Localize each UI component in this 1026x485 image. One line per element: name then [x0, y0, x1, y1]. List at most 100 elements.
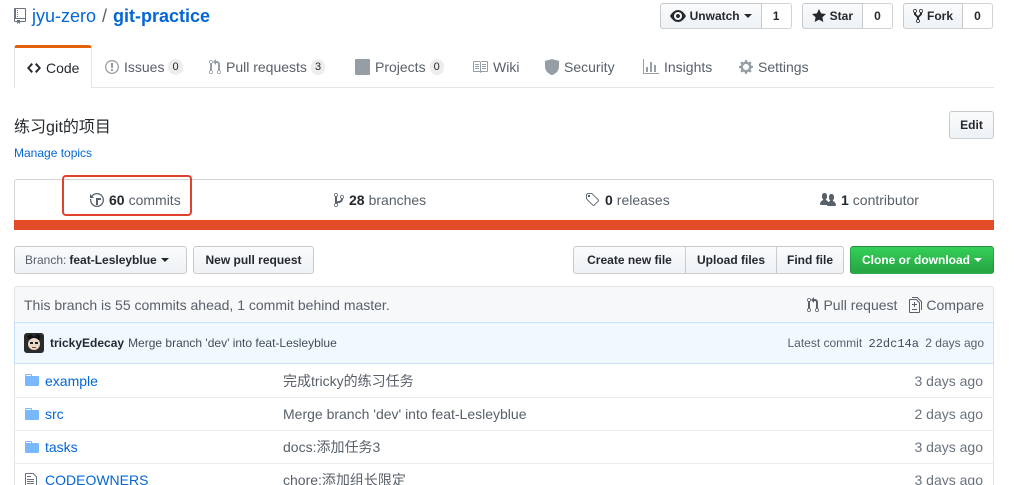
language-bar[interactable]	[14, 220, 994, 230]
file-name-link[interactable]: example	[45, 373, 98, 389]
branch-select-button[interactable]: Branch: feat-Lesleyblue	[14, 246, 187, 274]
star-label: Star	[829, 9, 853, 23]
unwatch-label: Unwatch	[689, 9, 740, 23]
clone-label: Clone or download	[862, 253, 970, 267]
tab-security-label: Security	[564, 58, 615, 75]
manage-topics-link[interactable]: Manage topics	[14, 146, 92, 160]
tag-icon	[585, 192, 600, 208]
watch-group: Unwatch 1	[659, 3, 792, 29]
file-commit-message-link[interactable]: chore:添加组长限定	[283, 470, 406, 485]
pull-request-icon	[209, 58, 221, 75]
commit-message-link[interactable]: Merge branch 'dev' into feat-Lesleyblue	[128, 336, 787, 350]
tab-issues[interactable]: Issues 0	[93, 45, 195, 88]
branch-select-label: Branch:	[25, 253, 67, 267]
tab-pull-requests-label: Pull requests	[226, 58, 307, 75]
tab-projects[interactable]: Projects 0	[343, 45, 456, 88]
find-file-button[interactable]: Find file	[776, 246, 844, 274]
star-icon	[811, 8, 826, 24]
new-pull-request-button[interactable]: New pull request	[193, 246, 314, 274]
unwatch-button[interactable]: Unwatch	[659, 3, 762, 29]
repo-nav: Code Issues 0 Pull requests 3 Projects 0…	[14, 45, 994, 89]
branches-count: 28	[349, 192, 365, 208]
repo-owner-link[interactable]: jyu-zero	[32, 6, 96, 27]
folder-icon	[25, 439, 39, 455]
branch-infobar: This branch is 55 commits ahead, 1 commi…	[14, 286, 994, 322]
pagehead-actions: Unwatch 1 Star 0 Fork 0	[659, 3, 993, 29]
graph-icon	[643, 58, 659, 75]
create-new-file-button[interactable]: Create new file	[573, 246, 686, 274]
table-row: example 完成tricky的练习任务 3 days ago	[15, 364, 993, 397]
book-icon	[472, 59, 488, 75]
tab-issues-label: Issues	[124, 58, 165, 75]
commit-author-link[interactable]: trickyEdecay	[50, 336, 124, 350]
chevron-down-icon	[160, 258, 169, 262]
clone-or-download-button[interactable]: Clone or download	[850, 246, 994, 274]
tab-insights[interactable]: Insights	[631, 45, 724, 88]
branches-label: branches	[368, 192, 427, 208]
tab-insights-label: Insights	[664, 58, 713, 75]
contributors-link[interactable]: 1 contributor	[820, 180, 919, 220]
repo-title: jyu-zero / git-practice	[14, 5, 210, 27]
latest-commit-prefix: Latest commit	[787, 335, 863, 350]
file-name-link[interactable]: src	[45, 406, 64, 422]
file-age: 3 days ago	[914, 439, 984, 455]
file-age: 3 days ago	[914, 372, 984, 389]
file-icon	[25, 472, 37, 485]
diff-icon	[909, 296, 923, 313]
branches-link[interactable]: 28 branches	[334, 180, 426, 220]
tab-code[interactable]: Code	[14, 45, 93, 89]
commit-sha-link[interactable]: 22dc14a	[869, 337, 919, 351]
tab-pull-requests[interactable]: Pull requests 3	[197, 45, 337, 88]
tab-wiki[interactable]: Wiki	[460, 45, 531, 88]
fork-group: Fork 0	[902, 3, 993, 29]
repo-description: 练习git的项目	[14, 119, 111, 136]
chevron-down-icon	[974, 258, 982, 262]
pull-request-link-label: Pull request	[823, 296, 898, 313]
fork-label: Fork	[926, 9, 953, 23]
latest-commit-bar: trickyEdecay Merge branch 'dev' into fea…	[14, 322, 994, 364]
gear-icon	[739, 59, 753, 75]
table-row: src Merge branch 'dev' into feat-Lesleyb…	[15, 397, 993, 430]
repo-name-link[interactable]: git-practice	[113, 6, 210, 27]
tab-projects-label: Projects	[375, 58, 426, 75]
pull-request-icon	[807, 296, 820, 313]
file-name-link[interactable]: CODEOWNERS	[45, 472, 148, 485]
contributors-label: contributor	[852, 192, 919, 208]
file-list: example 完成tricky的练习任务 3 days ago src Mer…	[14, 364, 994, 485]
branch-select-name: feat-Lesleyblue	[69, 253, 157, 267]
avatar[interactable]	[24, 333, 44, 353]
table-row: CODEOWNERS chore:添加组长限定 3 days ago	[15, 463, 993, 485]
file-commit-message-link[interactable]: Merge branch 'dev' into feat-Lesleyblue	[283, 406, 527, 422]
branch-status-text: This branch is 55 commits ahead, 1 commi…	[24, 296, 390, 313]
edit-button[interactable]: Edit	[949, 111, 994, 139]
fork-button[interactable]: Fork	[902, 3, 963, 29]
table-row: tasks docs:添加任务3 3 days ago	[15, 430, 993, 463]
upload-files-button[interactable]: Upload files	[685, 246, 777, 274]
issues-counter: 0	[168, 58, 183, 75]
tab-code-label: Code	[46, 60, 80, 76]
file-age: 2 days ago	[914, 406, 984, 422]
watchers-count[interactable]: 1	[761, 3, 792, 29]
tab-settings[interactable]: Settings	[727, 45, 821, 88]
code-icon	[27, 60, 41, 76]
file-age: 3 days ago	[914, 472, 984, 485]
stargazers-count[interactable]: 0	[862, 3, 893, 29]
branch-icon	[334, 192, 344, 208]
folder-icon	[25, 406, 39, 422]
project-icon	[355, 58, 370, 75]
tab-security[interactable]: Security	[533, 45, 627, 88]
file-commit-message-link[interactable]: 完成tricky的练习任务	[283, 371, 414, 391]
shield-icon	[545, 58, 559, 75]
compare-link[interactable]: Compare	[909, 296, 984, 313]
pull-request-link[interactable]: Pull request	[807, 296, 898, 313]
releases-count: 0	[605, 192, 613, 208]
file-name-link[interactable]: tasks	[45, 439, 78, 455]
file-commit-message-link[interactable]: docs:添加任务3	[283, 437, 380, 457]
releases-link[interactable]: 0 releases	[585, 180, 670, 220]
compare-link-label: Compare	[926, 296, 984, 313]
forks-count[interactable]: 0	[963, 3, 993, 29]
repo-icon	[14, 8, 26, 24]
fork-icon	[912, 8, 923, 24]
folder-icon	[25, 372, 39, 388]
star-button[interactable]: Star	[801, 3, 863, 29]
